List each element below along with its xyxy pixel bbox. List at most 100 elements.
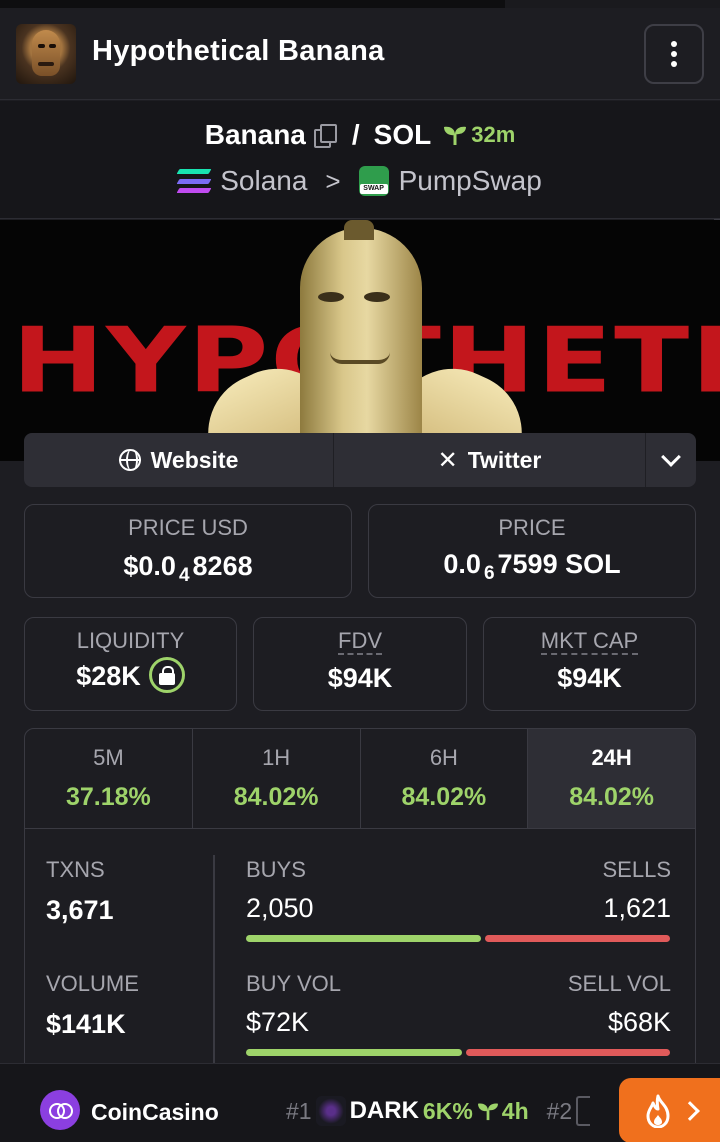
- market-cap-value: $94K: [557, 663, 622, 693]
- pair-slash: /: [351, 119, 360, 150]
- market-cap-label: MKT CAP: [540, 628, 639, 655]
- fdv-value: $94K: [327, 663, 393, 693]
- tab-24h[interactable]: 24H 84.02%: [528, 729, 695, 828]
- sell-volume-value: $68K: [607, 1007, 671, 1037]
- price-native-prefix: 0.0: [443, 549, 481, 579]
- pumpswap-icon-label: SWAP: [359, 184, 388, 194]
- price-native-zero-count: 6: [483, 563, 495, 584]
- fdv-label: FDV: [338, 628, 382, 655]
- tab-5m[interactable]: 5M 37.18%: [25, 729, 193, 828]
- chevron-right-icon: [679, 1100, 700, 1121]
- avatar-eye-left: [38, 44, 45, 48]
- trending-fire-button[interactable]: [619, 1078, 720, 1142]
- token-avatar: [16, 24, 76, 84]
- pair-age: 32m: [471, 122, 516, 147]
- quote-token-symbol: SOL: [373, 119, 432, 150]
- stats-panel: 5M 37.18% 1H 84.02% 6H 84.02% 24H 84.02%…: [24, 728, 696, 1068]
- price-usd-digits: 8268: [192, 551, 253, 581]
- volume-label: VOLUME: [46, 971, 139, 996]
- kebab-menu-button[interactable]: [644, 24, 704, 84]
- base-token-symbol: Banana: [204, 119, 306, 150]
- copy-icon[interactable]: [313, 124, 337, 148]
- top-strip-segment: [505, 0, 720, 8]
- trending-rank-2: #2: [546, 1097, 573, 1124]
- tab-label: 6H: [429, 745, 458, 770]
- sells-label: SELLS: [602, 857, 672, 882]
- price-usd-prefix: $0.0: [123, 551, 176, 581]
- sells-bar: [485, 935, 670, 942]
- buys-value: 2,050: [246, 893, 314, 923]
- price-usd-label: PRICE USD: [128, 515, 248, 540]
- page-title: Hypothetical Banana: [92, 35, 385, 67]
- website-button[interactable]: Website: [24, 433, 334, 487]
- dark-token-icon: [315, 1096, 346, 1126]
- liquidity-label: LIQUIDITY: [76, 628, 185, 653]
- token-banner: HYPOTHETICAL: [0, 220, 720, 461]
- breadcrumb-chevron-icon: >: [325, 165, 341, 196]
- buy-volume-bar: [246, 1049, 462, 1056]
- pumpswap-icon: SWAP: [358, 166, 389, 196]
- tab-6h[interactable]: 6H 84.02%: [361, 729, 529, 828]
- x-logo-icon: ✕: [437, 446, 458, 474]
- price-native-value: 0.0 6 7599 SOL: [369, 549, 695, 584]
- sell-volume-bar: [466, 1049, 670, 1056]
- avatar-face: [32, 30, 60, 76]
- liquidity-card: LIQUIDITY $28K: [24, 617, 237, 711]
- volume-value: $141K: [46, 1009, 126, 1039]
- buy-volume-label: BUY VOL: [246, 971, 341, 996]
- page-header: Hypothetical Banana: [0, 8, 720, 100]
- more-links-button[interactable]: [646, 433, 696, 487]
- tab-label: 24H: [591, 745, 632, 770]
- price-usd-card: PRICE USD $0.0 4 8268: [24, 504, 352, 598]
- tab-label: 5M: [93, 745, 124, 770]
- twitter-label: Twitter: [467, 446, 542, 473]
- price-change: 84.02%: [569, 783, 655, 811]
- price-native-digits: 7599 SOL: [497, 549, 621, 579]
- twitter-button[interactable]: ✕ Twitter: [334, 433, 646, 487]
- sponsor-name[interactable]: CoinCasino: [91, 1099, 219, 1126]
- fdv-card[interactable]: FDV $94K: [253, 617, 467, 711]
- chain-name[interactable]: Solana: [220, 165, 307, 197]
- social-links: Website ✕ Twitter: [24, 433, 696, 487]
- solana-icon: [176, 169, 212, 193]
- dex-name[interactable]: PumpSwap: [399, 165, 542, 197]
- sell-volume-label: SELL VOL: [567, 971, 671, 996]
- pair-info: Banana / SOL 32m Solana > SWAP PumpSwap: [0, 101, 720, 219]
- fire-icon: [643, 1094, 673, 1128]
- website-label: Website: [150, 446, 239, 473]
- sprout-icon: [444, 126, 467, 145]
- price-change: 84.02%: [233, 783, 319, 811]
- banana-eye-right: [364, 292, 390, 302]
- menu-dot-icon: [671, 41, 677, 47]
- avatar-mouth: [38, 62, 54, 66]
- avatar-eye-right: [49, 44, 56, 48]
- trending-token-1: DARK: [349, 1097, 419, 1124]
- txns-value: 3,671: [46, 895, 114, 925]
- tab-1h[interactable]: 1H 84.02%: [193, 729, 361, 828]
- footer-bar: CoinCasino #1 DARK 6K% 4h #2: [0, 1063, 720, 1142]
- sprout-icon: [477, 1103, 498, 1121]
- trending-age-value-1: 4h: [501, 1097, 529, 1124]
- buys-bar: [246, 935, 481, 942]
- txns-label: TXNS: [46, 857, 105, 882]
- trending-age-1: 4h: [477, 1098, 529, 1125]
- buys-label: BUYS: [246, 857, 306, 882]
- banana-eye-left: [318, 292, 344, 302]
- menu-dot-icon: [671, 61, 677, 67]
- liquidity-value-row: $28K: [25, 657, 236, 696]
- coincasino-logo-icon[interactable]: [40, 1090, 80, 1130]
- market-cap-card[interactable]: MKT CAP $94K: [483, 617, 696, 711]
- price-usd-value: $0.0 4 8268: [25, 551, 351, 586]
- sells-value: 1,621: [603, 893, 671, 923]
- banana-tip: [344, 220, 374, 240]
- banana-character: [300, 228, 422, 461]
- price-change: 84.02%: [401, 783, 487, 811]
- top-strip: [0, 0, 720, 8]
- trending-change-1: 6K%: [422, 1097, 473, 1124]
- price-change: 37.18%: [65, 783, 151, 811]
- chain-dex-line: Solana > SWAP PumpSwap: [0, 165, 720, 197]
- globe-icon: [118, 449, 141, 471]
- lock-icon[interactable]: [148, 657, 185, 693]
- pair-age-badge: 32m: [443, 122, 515, 148]
- trending-ticker[interactable]: #1 DARK 6K% 4h #2: [286, 1096, 591, 1126]
